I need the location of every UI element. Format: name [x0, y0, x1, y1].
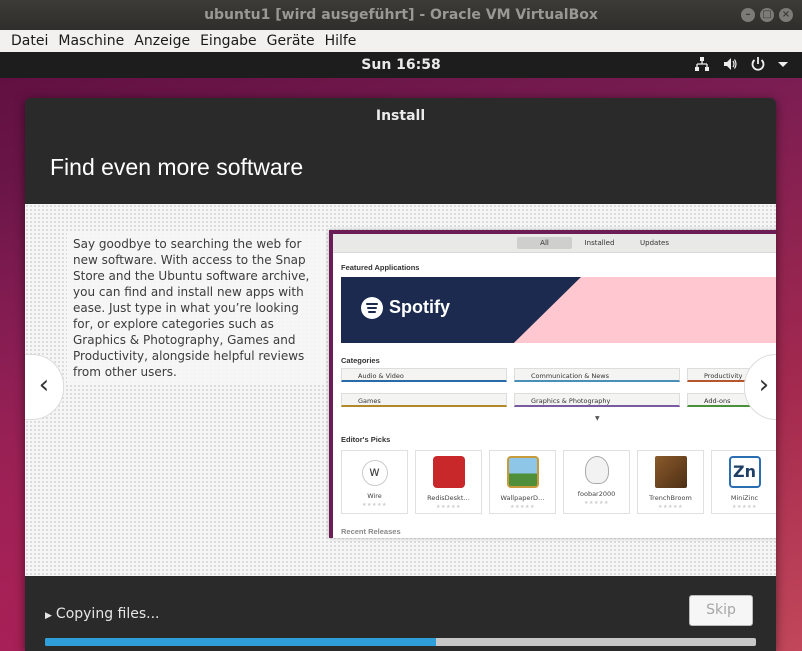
- app-tile-trenchbroom: TrenchBroom ★★★★★: [637, 450, 704, 514]
- slide-description: Say goodbye to searching the web for new…: [67, 232, 325, 384]
- category-games: Games: [341, 393, 507, 407]
- editors-picks-title: Editor's Picks: [341, 435, 391, 444]
- app-tile-wallpaperdownloader: WallpaperD… ★★★★★: [489, 450, 556, 514]
- app-tile-wire: w Wire ★★★★★: [341, 450, 408, 514]
- app-name: WallpaperD…: [500, 494, 545, 502]
- prev-slide-button[interactable]: ‹: [25, 354, 64, 420]
- power-icon[interactable]: [750, 56, 766, 72]
- progress-fill: [45, 638, 437, 646]
- spotify-icon: [361, 297, 383, 320]
- window-titlebar[interactable]: ubuntu1 [wird ausgeführt] - Oracle VM Vi…: [0, 0, 802, 30]
- menu-datei[interactable]: Datei: [6, 30, 53, 52]
- dialog-title: Install: [375, 108, 426, 124]
- minimize-icon[interactable]: –: [741, 8, 755, 22]
- app-name: RedisDeskt…: [427, 494, 470, 502]
- expander-arrow-icon: ▶: [45, 611, 52, 621]
- category-audio-video: Audio & Video: [341, 368, 507, 382]
- close-icon[interactable]: ×: [779, 8, 793, 22]
- category-graphics-photography: Graphics & Photography: [514, 393, 680, 407]
- category-communication-news: Communication & News: [514, 368, 680, 382]
- preview-tab-installed: Installed: [584, 239, 615, 247]
- menu-eingabe[interactable]: Eingabe: [195, 30, 262, 52]
- app-name: Wire: [367, 492, 382, 500]
- spotify-logo: Spotify: [361, 297, 450, 320]
- preview-header: All Installed Updates: [333, 234, 776, 253]
- install-dialog: Install Find even more software Say good…: [25, 98, 776, 651]
- app-name: foobar2000: [577, 490, 616, 498]
- star-rating: ★★★★★: [362, 502, 387, 508]
- recent-releases-title: Recent Releases: [341, 527, 401, 536]
- preview-tab-all: All: [517, 237, 572, 249]
- star-rating: ★★★★★: [584, 500, 609, 506]
- gnome-top-bar: Sun 16:58: [0, 52, 802, 78]
- wire-icon: w: [361, 460, 388, 486]
- clock[interactable]: Sun 16:58: [0, 57, 802, 73]
- categories-title: Categories: [341, 356, 380, 365]
- volume-icon[interactable]: [722, 56, 738, 72]
- skip-button[interactable]: Skip: [689, 595, 753, 626]
- status-expander[interactable]: ▶ Copying files...: [45, 606, 160, 622]
- banner-text: Spotify: [389, 297, 450, 317]
- chevron-down-icon: ▼: [595, 415, 600, 422]
- star-rating: ★★★★★: [436, 504, 461, 510]
- featured-title: Featured Applications: [341, 263, 420, 272]
- app-tile-redisdesktop: RedisDeskt… ★★★★★: [415, 450, 482, 514]
- star-rating: ★★★★★: [732, 504, 757, 510]
- wallpaper-icon: [506, 456, 539, 488]
- menubar: Datei Maschine Anzeige Eingabe Geräte Hilfe: [0, 30, 802, 53]
- install-progress-bar: [45, 638, 756, 646]
- network-icon[interactable]: [694, 56, 710, 72]
- preview-tab-updates: Updates: [640, 239, 669, 247]
- menu-hilfe[interactable]: Hilfe: [320, 30, 362, 52]
- maximize-icon[interactable]: □: [760, 8, 774, 22]
- star-rating: ★★★★★: [510, 504, 535, 510]
- app-tile-foobar2000: foobar2000 ★★★★★: [563, 450, 630, 514]
- install-footer: ▶ Copying files... Skip: [25, 576, 776, 651]
- menu-anzeige[interactable]: Anzeige: [129, 30, 195, 52]
- app-name: TrenchBroom: [649, 494, 692, 502]
- slide-heading: Find even more software: [50, 154, 304, 180]
- crate-icon: [654, 456, 687, 488]
- software-center-preview: All Installed Updates Featured Applicati…: [329, 230, 776, 538]
- chevron-down-icon[interactable]: [775, 56, 791, 72]
- alien-icon: [584, 456, 609, 484]
- featured-banner: Spotify: [341, 277, 776, 343]
- menu-maschine[interactable]: Maschine: [53, 30, 129, 52]
- minizinc-icon: Zn: [728, 456, 761, 488]
- app-tile-minizinc: Zn MiniZinc ★★★★★: [711, 450, 776, 514]
- menu-geraete[interactable]: Geräte: [262, 30, 320, 52]
- app-name: MiniZinc: [730, 494, 759, 502]
- slideshow: Say goodbye to searching the web for new…: [25, 204, 776, 576]
- status-text: Copying files...: [55, 606, 160, 622]
- window-title: ubuntu1 [wird ausgeführt] - Oracle VM Vi…: [204, 7, 598, 23]
- redis-icon: [432, 456, 465, 488]
- star-rating: ★★★★★: [658, 504, 683, 510]
